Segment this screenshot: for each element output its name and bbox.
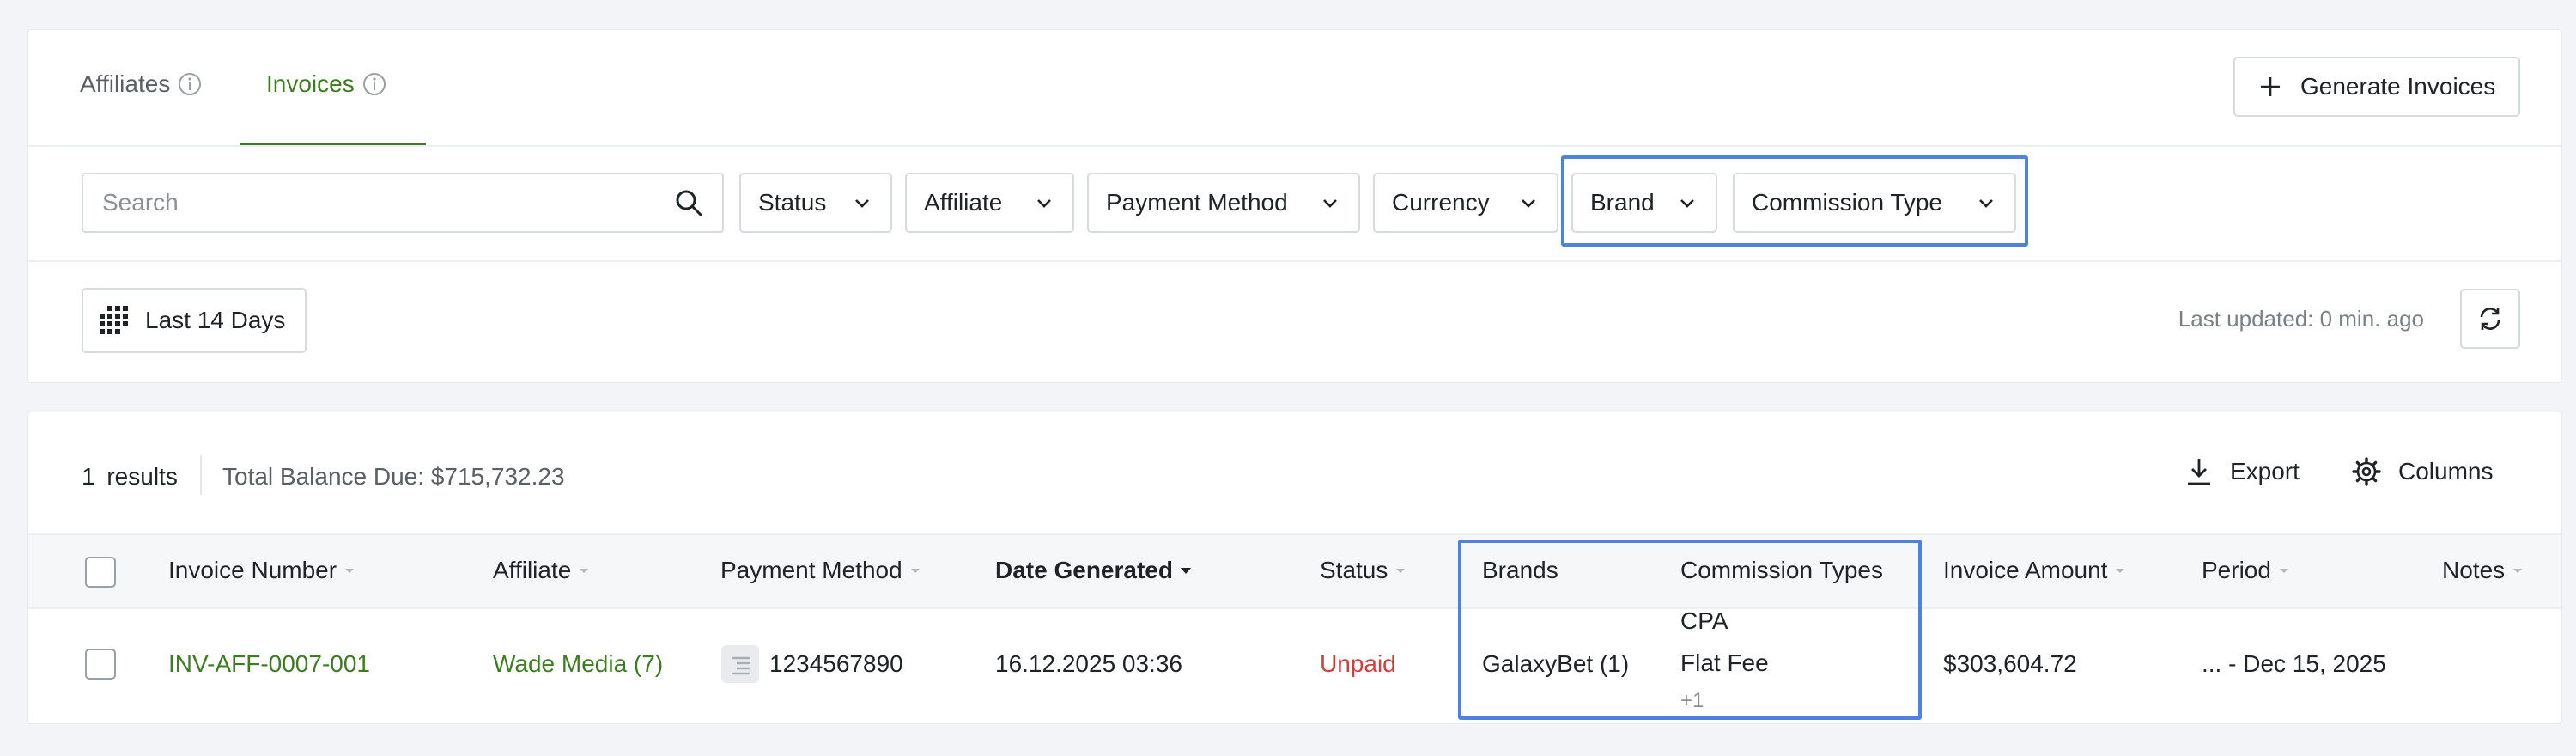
column-header-payment-method[interactable]: Payment Method [720,557,921,584]
total-balance-due: Total Balance Due: $715,732.23 [222,463,565,490]
chevron-down-icon [1037,199,1051,208]
column-header-label: Invoice Amount [1943,557,2108,583]
date-range-button[interactable]: Last 14 Days [82,288,307,353]
sort-caret-icon [345,569,355,573]
select-all-checkbox[interactable] [85,557,116,588]
brand-filter-label: Brand [1590,189,1655,216]
affiliate-link[interactable]: Wade Media (7) [493,650,663,678]
info-icon [179,73,202,95]
results-number: 1 [82,463,95,490]
status-filter[interactable]: Status [739,173,892,233]
status-filter-label: Status [758,189,827,216]
payment-method-icon [721,645,759,683]
chevron-down-icon [1323,199,1337,208]
search-box[interactable] [82,173,724,233]
chevron-down-icon [1680,199,1694,208]
sort-caret-icon [2116,569,2125,573]
sort-caret-icon [2279,569,2288,573]
column-header-label: Date Generated [995,557,1173,583]
date-generated-value: 16.12.2025 03:36 [995,650,1182,677]
filter-panel: Affiliates Invoices Generate Invoices Se… [27,29,2562,383]
plus-icon [2261,77,2280,96]
column-header-label: Status [1320,557,1388,583]
tab-affiliates[interactable]: Affiliates [80,70,203,99]
commission-type-item: CPA [1680,607,1728,634]
column-header-invoice-number[interactable]: Invoice Number [168,557,355,584]
results-label: results [106,463,178,490]
search-input[interactable] [102,189,674,216]
column-header-affiliate[interactable]: Affiliate [493,557,590,584]
chevron-down-icon [855,199,869,208]
commission-type-item: Flat Fee [1680,649,1769,676]
calendar-grid-icon [100,306,128,334]
commission-type-filter[interactable]: Commission Type [1733,173,2016,233]
download-icon [2188,459,2210,485]
status-value: Unpaid [1320,650,1396,677]
column-header-period[interactable]: Period [2202,557,2290,584]
column-header-label: Period [2202,557,2271,583]
tab-affiliates-label: Affiliates [80,70,171,97]
tab-invoices[interactable]: Invoices [266,70,387,99]
tab-invoices-label: Invoices [266,70,355,97]
sort-caret-icon [910,569,920,573]
column-header-label: Commission Types [1680,557,1884,583]
divider [28,145,2561,147]
divider [28,260,2561,262]
sort-caret-icon [2513,569,2523,573]
export-label: Export [2230,458,2300,485]
brand-filter[interactable]: Brand [1571,173,1717,233]
columns-button[interactable]: Columns [2352,457,2493,486]
column-header-date-generated[interactable]: Date Generated [995,557,1192,584]
affiliate-filter[interactable]: Affiliate [905,173,1074,233]
currency-filter[interactable]: Currency [1373,173,1558,233]
affiliate-filter-label: Affiliate [924,189,1003,216]
sort-caret-icon [580,569,589,573]
refresh-icon [2480,308,2500,330]
table-header: Invoice Number Affiliate Payment Method … [28,533,2561,609]
results-count: 1 results [82,463,178,491]
refresh-button[interactable] [2460,289,2520,349]
brands-value: GalaxyBet (1) [1482,650,1630,677]
column-header-status[interactable]: Status [1320,557,1406,584]
payment-method-value: 1234567890 [769,650,903,677]
currency-filter-label: Currency [1392,189,1490,216]
row-checkbox[interactable] [85,649,116,680]
last-updated-text: Last updated: 0 min. ago [2178,306,2424,332]
chevron-down-icon [1979,199,1993,208]
column-header-label: Invoice Number [168,557,337,583]
info-icon [362,73,386,95]
column-header-invoice-amount[interactable]: Invoice Amount [1943,557,2126,584]
column-header-commission-types: Commission Types [1680,557,1883,584]
column-header-brands: Brands [1482,557,1558,584]
column-header-label: Affiliate [493,557,572,583]
invoices-table-panel: 1 results Total Balance Due: $715,732.23… [27,412,2562,724]
payment-method-filter-label: Payment Method [1106,189,1288,216]
column-header-label: Payment Method [720,557,902,583]
invoice-amount-value: $303,604.72 [1943,650,2077,677]
column-header-label: Notes [2442,557,2506,583]
column-header-label: Brands [1482,557,1558,583]
commission-type-filter-label: Commission Type [1752,189,1943,216]
generate-invoices-button[interactable]: Generate Invoices [2233,57,2520,117]
divider [200,455,202,495]
payment-method-filter[interactable]: Payment Method [1087,173,1360,233]
sort-desc-icon [1180,568,1191,574]
commission-more-count[interactable]: +1 [1680,689,1704,713]
chevron-down-icon [1522,199,1535,208]
generate-invoices-label: Generate Invoices [2300,73,2496,100]
column-header-notes[interactable]: Notes [2442,557,2524,584]
columns-label: Columns [2398,458,2494,485]
search-icon[interactable] [674,188,703,217]
sort-caret-icon [1396,569,1406,573]
invoice-number-link[interactable]: INV-AFF-0007-001 [168,650,370,678]
date-range-label: Last 14 Days [145,307,286,333]
export-button[interactable]: Export [2185,457,2300,486]
period-value: ... - Dec 15, 2025 [2202,650,2386,677]
gear-icon [2352,457,2381,486]
